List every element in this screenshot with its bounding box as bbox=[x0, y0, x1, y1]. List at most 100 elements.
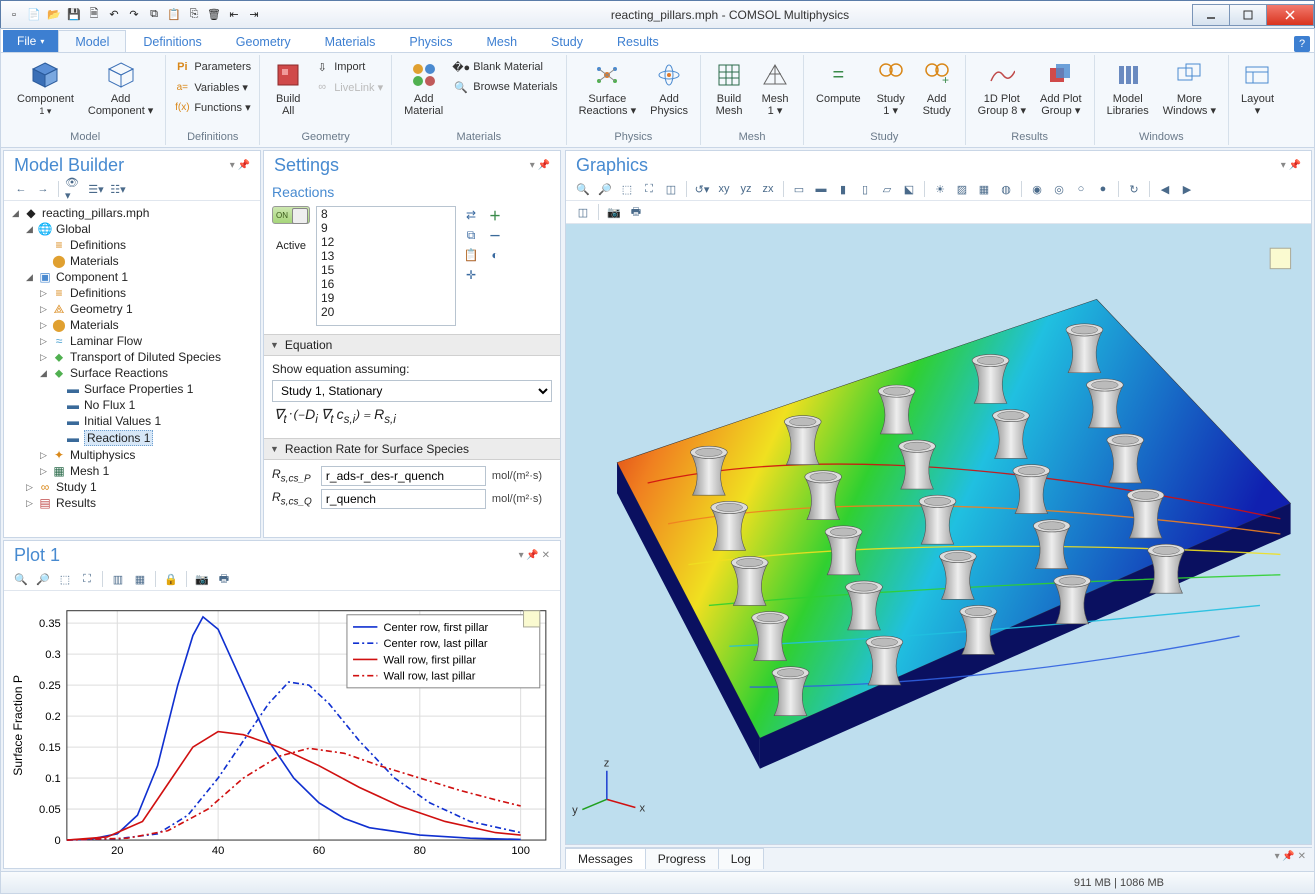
help-button[interactable]: ? bbox=[1294, 36, 1310, 52]
sel3-icon[interactable]: ○ bbox=[1072, 180, 1090, 198]
back-view-icon[interactable]: ◀ bbox=[1156, 180, 1174, 198]
minus-icon[interactable]: － bbox=[486, 226, 504, 244]
study-dropdown[interactable]: Study1 ▾ bbox=[869, 57, 913, 119]
redo-icon[interactable]: ↷ bbox=[125, 6, 143, 24]
expand-icon[interactable]: ☷▾ bbox=[109, 180, 127, 198]
grid1-icon[interactable]: ▥ bbox=[109, 570, 127, 588]
reset-icon[interactable]: ↻ bbox=[1125, 180, 1143, 198]
next-icon[interactable]: ⇥ bbox=[245, 6, 263, 24]
tab-log[interactable]: Log bbox=[718, 848, 764, 869]
show-icon[interactable]: 👁▾ bbox=[65, 180, 83, 198]
model-libraries-button[interactable]: ModelLibraries bbox=[1101, 57, 1155, 119]
build-mesh-button[interactable]: BuildMesh bbox=[707, 57, 751, 119]
fwd-icon[interactable]: → bbox=[34, 180, 52, 198]
sel4-icon[interactable]: ● bbox=[1094, 180, 1112, 198]
trans-icon[interactable]: ▨ bbox=[953, 180, 971, 198]
copy-icon[interactable]: ⧉ bbox=[145, 6, 163, 24]
scene-light-icon[interactable]: ◫ bbox=[574, 203, 592, 221]
camera-icon[interactable]: 📷 bbox=[605, 203, 623, 221]
parameters-button[interactable]: PiParameters bbox=[172, 57, 253, 77]
mesh-dropdown[interactable]: Mesh1 ▾ bbox=[753, 57, 797, 119]
saveas-icon[interactable]: 🗎 bbox=[85, 6, 103, 24]
swap-icon[interactable]: ⇄ bbox=[462, 206, 480, 224]
rate-section[interactable]: ▼Reaction Rate for Surface Species bbox=[264, 438, 560, 460]
browse-materials-button[interactable]: 🔍Browse Materials bbox=[451, 77, 559, 97]
model-tree[interactable]: ◢◆reacting_pillars.mph ◢🌐Global ≡Definit… bbox=[4, 201, 260, 537]
paste-icon[interactable]: 📋 bbox=[165, 6, 183, 24]
clip6-icon[interactable]: ⬕ bbox=[900, 180, 918, 198]
tab-progress[interactable]: Progress bbox=[645, 848, 719, 869]
new-doc-icon[interactable]: 📄 bbox=[25, 6, 43, 24]
component-button[interactable]: Component1 ▾ bbox=[11, 57, 80, 119]
open-icon[interactable]: 📂 bbox=[45, 6, 63, 24]
add-study-button[interactable]: +AddStudy bbox=[915, 57, 959, 119]
import-button[interactable]: ⇩Import bbox=[312, 57, 385, 77]
add-physics-button[interactable]: AddPhysics bbox=[644, 57, 694, 119]
clip2-icon[interactable]: ▬ bbox=[812, 180, 830, 198]
more-windows-button[interactable]: MoreWindows ▾ bbox=[1157, 57, 1222, 119]
print-icon[interactable]: 🖶 bbox=[627, 203, 645, 221]
panel-ctrls[interactable]: ▾ 📌 ✕ bbox=[519, 550, 550, 561]
plus-icon[interactable]: ＋ bbox=[486, 206, 504, 224]
yz-icon[interactable]: yz bbox=[737, 180, 755, 198]
livelink-button[interactable]: ∞LiveLink ▾ bbox=[312, 77, 385, 97]
render-icon[interactable]: ◍ bbox=[997, 180, 1015, 198]
selection-list[interactable]: 89121315161920 bbox=[316, 206, 456, 326]
tab-model[interactable]: Model bbox=[58, 30, 126, 52]
sel2-icon[interactable]: ◎ bbox=[1050, 180, 1068, 198]
functions-button[interactable]: f(x)Functions ▾ bbox=[172, 97, 253, 117]
tab-messages[interactable]: Messages bbox=[565, 848, 646, 869]
active-toggle[interactable]: ON bbox=[272, 206, 310, 224]
zoom-box-icon[interactable]: ⬚ bbox=[56, 570, 74, 588]
tab-mesh[interactable]: Mesh bbox=[469, 30, 534, 52]
minimize-button[interactable] bbox=[1192, 4, 1230, 26]
zx-icon[interactable]: zx bbox=[759, 180, 777, 198]
duplicate-icon[interactable]: ⎘ bbox=[185, 6, 203, 24]
undo-icon[interactable]: ↶ bbox=[105, 6, 123, 24]
clip3-icon[interactable]: ▮ bbox=[834, 180, 852, 198]
maximize-button[interactable] bbox=[1229, 4, 1267, 26]
clip-icon[interactable]: ▭ bbox=[790, 180, 808, 198]
lock-icon[interactable]: 🔒 bbox=[162, 570, 180, 588]
grid2-icon[interactable]: ▦ bbox=[131, 570, 149, 588]
plot1d-button[interactable]: 1D PlotGroup 8 ▾ bbox=[972, 57, 1032, 119]
plot1-area[interactable]: 2040608010000.050.10.150.20.250.30.35Tim… bbox=[4, 591, 560, 869]
close-button[interactable] bbox=[1266, 4, 1314, 26]
tab-definitions[interactable]: Definitions bbox=[126, 30, 218, 52]
add-component-button[interactable]: AddComponent ▾ bbox=[82, 57, 159, 119]
xy-icon[interactable]: xy bbox=[715, 180, 733, 198]
sel1-icon[interactable]: ◉ bbox=[1028, 180, 1046, 198]
panel-ctrls[interactable]: ▾ 📌 ✕ bbox=[1269, 848, 1312, 869]
zoom-in-icon[interactable]: 🔍 bbox=[574, 180, 592, 198]
save-icon[interactable]: 💾 bbox=[65, 6, 83, 24]
add-plot-group-button[interactable]: Add PlotGroup ▾ bbox=[1034, 57, 1088, 119]
pin-icon[interactable]: ▾ 📌 bbox=[230, 160, 250, 171]
add-sel-icon[interactable]: ✛ bbox=[462, 266, 480, 284]
study-select[interactable]: Study 1, Stationary bbox=[272, 380, 552, 402]
zoom-ext-icon[interactable]: ⛶ bbox=[640, 180, 658, 198]
toggle-sel-icon[interactable]: ◐ bbox=[486, 246, 504, 264]
tab-study[interactable]: Study bbox=[534, 30, 600, 52]
tab-geometry[interactable]: Geometry bbox=[219, 30, 308, 52]
tab-physics[interactable]: Physics bbox=[392, 30, 469, 52]
light-icon[interactable]: ☀ bbox=[931, 180, 949, 198]
pin-icon[interactable]: ▾ 📌 bbox=[1281, 160, 1301, 171]
print-icon[interactable]: 🖶 bbox=[215, 570, 233, 588]
variables-button[interactable]: a=Variables ▾ bbox=[172, 77, 253, 97]
layout-button[interactable]: Layout▾ bbox=[1235, 57, 1280, 119]
wire-icon[interactable]: ▦ bbox=[975, 180, 993, 198]
rotate-icon[interactable]: ↺▾ bbox=[693, 180, 711, 198]
pin-icon[interactable]: ▾ 📌 bbox=[530, 160, 550, 171]
add-material-button[interactable]: AddMaterial bbox=[398, 57, 449, 119]
surface-reactions-button[interactable]: SurfaceReactions ▾ bbox=[573, 57, 643, 119]
delete-icon[interactable]: 🗑 bbox=[205, 6, 223, 24]
zoom-out-icon[interactable]: 🔎 bbox=[34, 570, 52, 588]
collapse-icon[interactable]: ☰▾ bbox=[87, 180, 105, 198]
prev-icon[interactable]: ⇤ bbox=[225, 6, 243, 24]
rate-input-0[interactable] bbox=[321, 466, 486, 486]
zoom-sel-icon[interactable]: ◫ bbox=[662, 180, 680, 198]
camera-icon[interactable]: 📷 bbox=[193, 570, 211, 588]
tab-materials[interactable]: Materials bbox=[308, 30, 393, 52]
graphics-viewport[interactable]: x y z bbox=[566, 224, 1311, 844]
zoom-box-icon[interactable]: ⬚ bbox=[618, 180, 636, 198]
